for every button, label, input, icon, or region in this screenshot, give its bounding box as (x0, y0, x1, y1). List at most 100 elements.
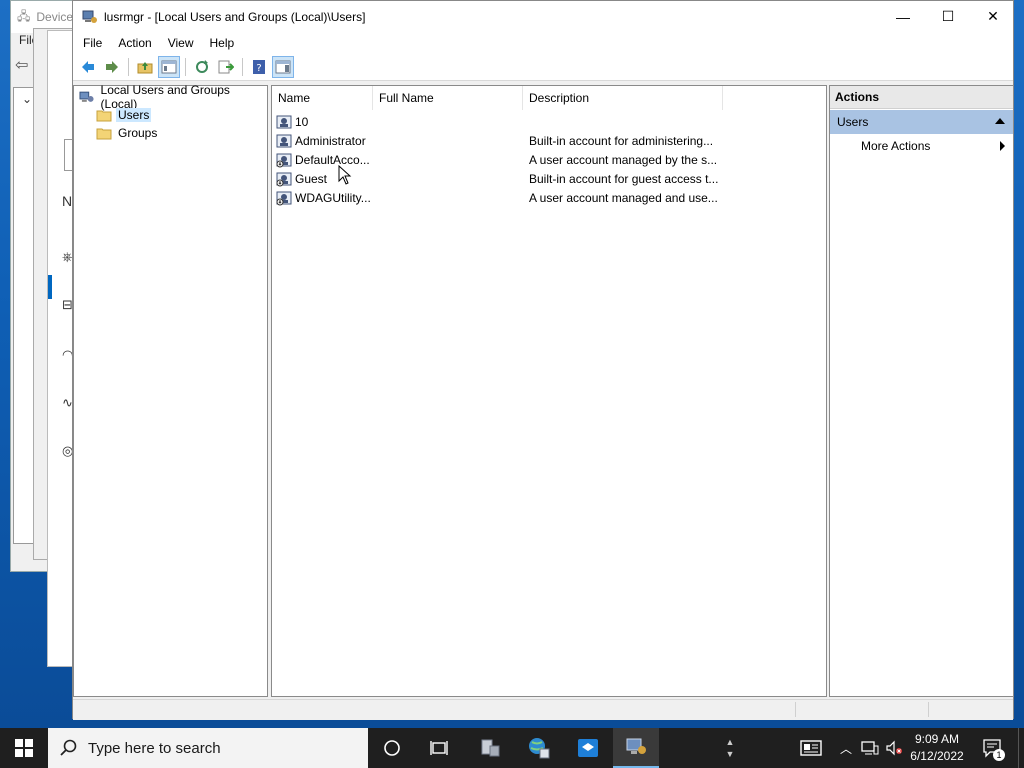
column-header-full-name[interactable]: Full Name (373, 86, 523, 110)
device-manager-icon: 🖧 (17, 8, 31, 23)
chevron-up-icon[interactable]: ▲ (726, 736, 735, 748)
user-description: Built-in account for administering... (529, 134, 714, 148)
folder-icon (96, 110, 112, 122)
help-button[interactable]: ? (248, 56, 270, 78)
search-placeholder: Type here to search (88, 739, 221, 757)
action-pane-icon (275, 60, 291, 74)
system-clock[interactable]: 9:09 AM 6/12/2022 (905, 728, 969, 768)
volume-button[interactable] (882, 728, 906, 768)
column-header-name[interactable]: Name (272, 86, 373, 110)
show-hide-action-pane-button[interactable] (272, 56, 294, 78)
submenu-arrow-icon (1000, 141, 1005, 151)
chevron-up-icon: ︿ (839, 741, 852, 756)
network-status-button[interactable] (858, 728, 882, 768)
network-icon[interactable]: ⎈ (62, 249, 72, 265)
maximize-button[interactable]: ☐ (925, 1, 971, 32)
folder-icon (96, 128, 112, 140)
taskbar-scroll[interactable]: ▲ ▼ (722, 728, 738, 768)
users-groups-icon (79, 91, 94, 102)
table-row[interactable]: 10 (276, 113, 816, 132)
actions-section-users[interactable]: Users (830, 110, 1013, 134)
table-row[interactable]: Administrator Built-in account for admin… (276, 132, 816, 151)
chevron-down-icon[interactable]: ▼ (726, 748, 735, 760)
user-account-icon (276, 134, 292, 148)
back-button[interactable] (77, 56, 99, 78)
disabled-user-account-icon (276, 153, 292, 168)
news-widget-button[interactable] (796, 728, 826, 768)
background-heading-letter: N (62, 193, 73, 209)
menu-bar: File Action View Help (73, 32, 1013, 54)
show-hide-console-tree-button[interactable] (158, 56, 180, 78)
user-description: Built-in account for guest access t... (529, 172, 719, 186)
user-description: A user account managed and use... (529, 191, 718, 205)
taskbar-search-box[interactable]: Type here to search (48, 728, 368, 768)
server-manager-icon (481, 739, 500, 757)
users-list-view: Name Full Name Description 10 Administra… (271, 85, 827, 697)
back-arrow-icon[interactable]: ⇦ (15, 55, 28, 75)
user-name: WDAGUtility... (295, 191, 371, 205)
folder-up-icon (137, 62, 153, 74)
taskbar-app-server-manager[interactable] (468, 728, 512, 768)
sandbox-icon (578, 739, 598, 757)
show-desktop-button[interactable] (1018, 728, 1024, 768)
svg-text:?: ? (256, 63, 261, 74)
status-bar-divider (795, 702, 796, 717)
forward-button[interactable] (101, 56, 123, 78)
computer-management-icon (82, 10, 97, 23)
menu-view[interactable]: View (160, 36, 202, 50)
title-bar[interactable]: lusrmgr - [Local Users and Groups (Local… (73, 1, 1013, 32)
table-row[interactable]: WDAGUtility... A user account managed an… (276, 189, 816, 208)
export-list-button[interactable] (215, 56, 237, 78)
selected-indicator (48, 275, 52, 299)
taskbar: Type here to search ▲ ▼ ︿ 9:09 AM 6/12/2… (0, 728, 1024, 768)
console-tree-icon (161, 60, 177, 74)
disabled-user-account-icon (276, 191, 292, 206)
notification-badge: 1 (993, 749, 1005, 761)
user-name: 10 (295, 115, 309, 129)
export-list-icon (218, 60, 234, 74)
menu-help[interactable]: Help (202, 36, 243, 50)
tree-item-users[interactable]: Users (96, 106, 152, 124)
network-globe-icon (529, 738, 550, 759)
cortana-button[interactable] (370, 728, 414, 768)
user-name: Administrator (295, 134, 366, 148)
minimize-button[interactable]: — (880, 1, 926, 32)
table-row[interactable]: DefaultAcco... A user account managed by… (276, 151, 816, 170)
disabled-user-account-icon (276, 172, 292, 187)
menu-action[interactable]: Action (110, 36, 159, 50)
task-view-button[interactable] (418, 728, 462, 768)
lusrmgr-window: lusrmgr - [Local Users and Groups (Local… (72, 0, 1014, 720)
show-hidden-icons-button[interactable]: ︿ (838, 728, 854, 768)
taskbar-app-sandbox[interactable] (566, 728, 610, 768)
menu-file[interactable]: File (75, 36, 110, 50)
collapse-arrow-icon[interactable] (995, 118, 1005, 124)
tree-item-groups[interactable]: Groups (96, 124, 159, 142)
chevron-down-icon[interactable]: ⌄ (22, 92, 32, 106)
tree-item-groups-label: Groups (118, 126, 158, 140)
table-row[interactable]: Guest Built-in account for guest access … (276, 170, 816, 189)
clock-time: 9:09 AM (914, 732, 960, 746)
taskbar-app-lusrmgr-active[interactable] (613, 728, 659, 768)
user-name: DefaultAcco... (295, 153, 370, 167)
taskbar-app-network[interactable] (517, 728, 561, 768)
toolbar-separator (242, 58, 243, 76)
computer-management-icon (626, 738, 646, 754)
column-header-description[interactable]: Description (523, 86, 723, 110)
windows-logo-icon (15, 739, 33, 757)
network-status-icon (861, 741, 879, 755)
tree-root[interactable]: Local Users and Groups (Local) (79, 83, 267, 111)
cortana-circle-icon (384, 740, 400, 756)
status-bar (73, 699, 1013, 720)
action-center-button[interactable]: 1 (978, 728, 1008, 768)
task-view-icon (430, 741, 448, 755)
status-bar-divider (928, 702, 929, 717)
close-button[interactable]: ✕ (970, 1, 1016, 32)
start-button[interactable] (0, 728, 48, 768)
content-area: Local Users and Groups (Local) Users Gro… (73, 83, 1014, 699)
refresh-button[interactable] (191, 56, 213, 78)
actions-pane: Actions Users More Actions (829, 85, 1014, 697)
more-actions-item[interactable]: More Actions (830, 134, 1013, 158)
help-icon: ? (253, 60, 265, 74)
up-one-level-button[interactable] (134, 56, 156, 78)
toolbar-separator (128, 58, 129, 76)
